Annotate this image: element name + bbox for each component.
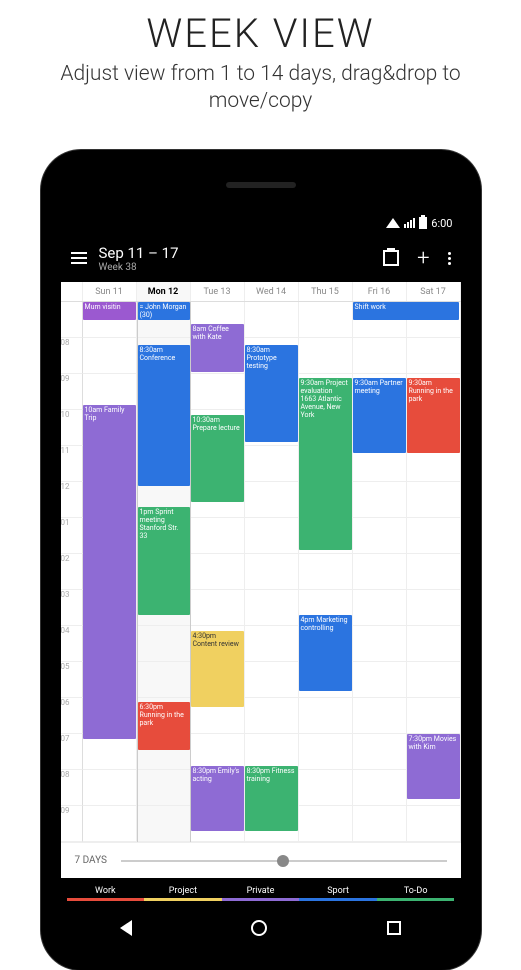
legend-label: Project	[169, 886, 197, 896]
overflow-icon[interactable]	[448, 252, 451, 265]
today-icon[interactable]	[383, 250, 399, 266]
day-header[interactable]: Mon 12	[137, 282, 191, 301]
day-column[interactable]: 8:30am Prototype testing 8:30pm Fitness t…	[245, 302, 299, 842]
day-header-row: Sun 11Mon 12Tue 13Wed 14Thu 15Fri 16Sat …	[61, 282, 461, 302]
calendar-event[interactable]: 7:30pm Movies with Kim	[407, 734, 460, 799]
day-column[interactable]: Mum visitin 10am Family Trip	[83, 302, 137, 842]
calendar-event[interactable]: 8:30am Prototype testing	[245, 345, 298, 442]
status-time: 6:00	[431, 217, 452, 230]
legend-label: Work	[95, 886, 116, 896]
legend-label: To-Do	[404, 886, 428, 896]
app-bar: Sep 11 – 17 Week 38 +	[61, 234, 461, 282]
calendar-event[interactable]: = John Morgan (30)	[138, 302, 190, 320]
legend-item[interactable]: Private	[222, 886, 300, 901]
battery-icon	[419, 217, 427, 229]
legend-item[interactable]: To-Do	[377, 886, 455, 901]
calendar-event[interactable]: 10:30am Prepare lecture	[191, 415, 244, 501]
calendar-event[interactable]: 6:30pm Running in the park	[138, 702, 190, 751]
legend-color-bar	[377, 898, 455, 901]
legend-item[interactable]: Sport	[299, 886, 377, 901]
calendar-event[interactable]: 8:30pm Fitness training	[245, 766, 298, 831]
calendar-event[interactable]: Mum visitin	[83, 302, 136, 320]
calendar-event[interactable]: 10am Family Trip	[83, 405, 136, 740]
status-bar: 6:00	[61, 212, 461, 234]
hour-label: 12	[61, 482, 83, 518]
day-column[interactable]: = John Morgan (30) 8:30am Conference 1pm S…	[137, 302, 191, 842]
legend-color-bar	[144, 898, 222, 901]
day-header[interactable]: Thu 15	[299, 282, 353, 301]
week-label: Week 38	[99, 262, 372, 273]
legend-color-bar	[67, 898, 145, 901]
calendar-event[interactable]: 8:30am Conference	[138, 345, 190, 485]
day-column[interactable]: 8am Coffee with Kate 10:30am Prepare lect…	[191, 302, 245, 842]
hour-label: 03	[61, 590, 83, 626]
phone-speaker	[226, 182, 296, 188]
slider-thumb[interactable]	[277, 855, 289, 867]
wifi-icon	[386, 218, 400, 228]
calendar-event[interactable]: 4pm Marketing controlling	[299, 615, 352, 691]
days-slider[interactable]: 7 DAYS	[61, 842, 461, 878]
promo-banner: WEEK VIEW Adjust view from 1 to 14 days,…	[0, 0, 521, 124]
hour-label: 05	[61, 662, 83, 698]
calendar-event[interactable]: 9:30am Running in the park	[407, 378, 460, 454]
hour-column: 0809101112010203040506070809	[61, 302, 83, 842]
calendar-grid[interactable]: 0809101112010203040506070809Mum visitin1…	[61, 302, 461, 842]
hour-label: 09	[61, 374, 83, 410]
calendar-event[interactable]: 4:30pm Content review	[191, 631, 244, 707]
legend-item[interactable]: Project	[144, 886, 222, 901]
legend-color-bar	[299, 898, 377, 901]
legend-item[interactable]: Work	[67, 886, 145, 901]
promo-title: WEEK VIEW	[20, 10, 501, 57]
legend-label: Sport	[327, 886, 349, 896]
hour-label: 07	[61, 734, 83, 770]
back-button[interactable]	[120, 920, 132, 936]
hour-label: 09	[61, 806, 83, 842]
hour-label: 06	[61, 698, 83, 734]
hour-label: 08	[61, 338, 83, 374]
hour-label	[61, 302, 83, 338]
day-header[interactable]: Tue 13	[191, 282, 245, 301]
day-header[interactable]: Sat 17	[407, 282, 461, 301]
day-column[interactable]: Shift work9:30am Partner meeting	[353, 302, 407, 842]
phone-frame: 6:00 Sep 11 – 17 Week 38 + Sun 11Mon 12T…	[41, 150, 481, 970]
calendar-event[interactable]: 1pm Sprint meeting Stanford Str. 33	[138, 507, 190, 615]
android-navbar	[61, 910, 461, 946]
day-column[interactable]: 9:30am Running in the park 7:30pm Movies …	[407, 302, 461, 842]
slider-label: 7 DAYS	[75, 855, 108, 866]
hour-label: 11	[61, 446, 83, 482]
signal-icon	[404, 218, 415, 228]
hour-label: 04	[61, 626, 83, 662]
calendar-event[interactable]: 8:30pm Emily's acting	[191, 766, 244, 831]
appbar-title-block[interactable]: Sep 11 – 17 Week 38	[99, 244, 372, 273]
day-column[interactable]: 9:30am Project evaluation 1663 Atlantic …	[299, 302, 353, 842]
add-icon[interactable]: +	[417, 246, 429, 271]
hour-label: 02	[61, 554, 83, 590]
home-button[interactable]	[251, 920, 267, 936]
calendar-legend: Work Project Private Sport To-Do	[61, 878, 461, 908]
hour-label: 08	[61, 770, 83, 806]
app-screen: 6:00 Sep 11 – 17 Week 38 + Sun 11Mon 12T…	[61, 212, 461, 908]
slider-track[interactable]	[121, 860, 447, 862]
hamburger-icon[interactable]	[71, 252, 87, 264]
day-header[interactable]: Sun 11	[83, 282, 137, 301]
day-header[interactable]: Wed 14	[245, 282, 299, 301]
promo-subtitle: Adjust view from 1 to 14 days, drag&drop…	[20, 61, 501, 116]
legend-color-bar	[222, 898, 300, 901]
recent-button[interactable]	[387, 921, 401, 935]
legend-label: Private	[247, 886, 275, 896]
calendar-event[interactable]: 9:30am Partner meeting	[353, 378, 406, 454]
calendar-event[interactable]: 9:30am Project evaluation 1663 Atlantic …	[299, 378, 352, 551]
date-range: Sep 11 – 17	[99, 244, 372, 262]
hour-label: 01	[61, 518, 83, 554]
hour-label: 10	[61, 410, 83, 446]
day-header[interactable]: Fri 16	[353, 282, 407, 301]
calendar-event[interactable]: 8am Coffee with Kate	[191, 324, 244, 373]
